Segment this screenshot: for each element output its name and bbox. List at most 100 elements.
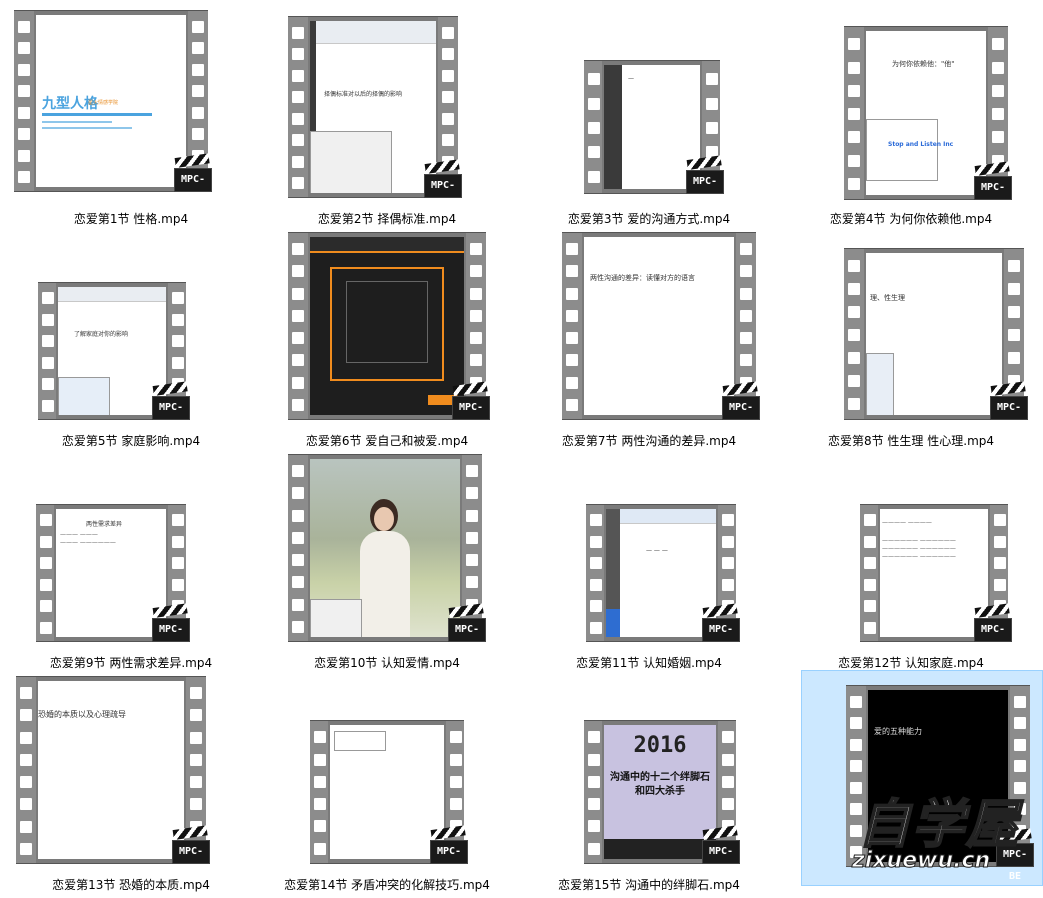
file-name: 恋爱第4节 为何你依赖他.mp4	[829, 212, 993, 226]
mpc-be-label: MPC-BE	[974, 176, 1012, 215]
film-sprocket-hole	[992, 61, 1004, 74]
film-sprocket-hole	[190, 687, 202, 700]
film-sprocket-hole	[442, 48, 454, 61]
film-sprocket-hole	[848, 329, 860, 341]
preview-title: 爱的五种能力	[874, 727, 922, 736]
film-sprocket-hole	[466, 487, 478, 500]
film-sprocket-hole	[848, 154, 860, 167]
file-name: 恋爱第12节 认知家庭.mp4	[838, 656, 984, 670]
film-sprocket-hole	[172, 292, 184, 305]
mpc-be-clapperboard-icon: MPC-BE	[722, 381, 760, 435]
file-item[interactable]: — 恋爱第3节 爱的沟通方式.mp4 MPC-BE	[520, 10, 778, 232]
film-sprocket-hole	[566, 287, 578, 300]
mpc-be-label: MPC-BE	[974, 618, 1012, 657]
preview-subtitle: Stop and Listen Inc	[888, 141, 954, 148]
film-sprocket-hole	[588, 753, 600, 766]
film-sprocket-hole	[40, 535, 52, 548]
film-sprocket-hole	[1008, 352, 1020, 364]
film-sprocket-hole	[722, 753, 734, 766]
film-sprocket-hole	[722, 798, 734, 811]
film-sprocket-hole	[292, 531, 304, 544]
film-sprocket-hole	[292, 48, 304, 61]
film-sprocket-hole	[18, 85, 30, 98]
file-item[interactable]: 为何你依赖他："他" Stop and Listen Inc 恋爱第4节 为何你…	[782, 10, 1040, 232]
mpc-be-clapperboard-icon: MPC-BE	[686, 155, 724, 209]
file-item[interactable]: 择偶标准对以后的择偶的影响 恋爱第2节 择偶标准.mp4 MPC-BE	[258, 10, 516, 232]
film-sprocket-hole	[1014, 717, 1026, 730]
film-sprocket-hole	[292, 287, 304, 300]
file-name: 恋爱第3节 爱的沟通方式.mp4	[567, 212, 731, 226]
film-sprocket-hole	[864, 514, 876, 527]
file-item[interactable]: 两性需求差异 ——— ——— ——— —————— 恋爱第9节 两性需求差异.m…	[2, 454, 260, 676]
file-item[interactable]: — — — 恋爱第11节 认知婚姻.mp4 MPC-BE	[520, 454, 778, 676]
film-sprocket-hole	[172, 335, 184, 348]
film-sprocket-hole	[740, 332, 752, 345]
film-sprocket-hole	[314, 820, 326, 833]
file-item[interactable]: 2016 沟通中的十二个绊脚石和四大杀手 恋爱第15节 沟通中的绊脚石.mp4 …	[520, 676, 778, 898]
film-sprocket-hole	[292, 265, 304, 278]
film-sprocket-hole	[740, 354, 752, 367]
film-sprocket-hole	[588, 731, 600, 744]
file-name: 恋爱第2节 择偶标准.mp4	[317, 212, 457, 226]
film-sprocket-hole	[40, 514, 52, 527]
film-sprocket-hole	[1008, 260, 1020, 272]
film-sprocket-hole	[20, 753, 32, 766]
file-item[interactable]: 两性沟通的差异：读懂对方的语言 恋爱第7节 两性沟通的差异.mp4 MPC-BE	[520, 232, 778, 454]
mpc-be-label: MPC-BE	[452, 396, 490, 435]
film-sprocket-hole	[314, 775, 326, 788]
film-sprocket-hole	[566, 376, 578, 389]
film-sprocket-hole	[18, 149, 30, 162]
film-sprocket-hole	[40, 600, 52, 613]
film-sprocket-hole	[190, 798, 202, 811]
file-name: 恋爱第14节 矛盾冲突的化解技巧.mp4	[284, 878, 490, 892]
film-sprocket-hole	[470, 243, 482, 256]
file-thumbnail-grid: 九型人格 星火情感学院 恋爱第1节 性格.mp4 MPC-BE 择偶标准对以后的…	[0, 0, 1043, 892]
film-sprocket-hole	[864, 557, 876, 570]
film-sprocket-hole	[848, 108, 860, 120]
file-item[interactable]: 恋爱第14节 矛盾冲突的化解技巧.mp4 MPC-BE	[258, 676, 516, 898]
file-item[interactable]: 理、性生理 恋爱第8节 性生理 性心理.mp4 MPC-BE	[782, 232, 1040, 454]
film-sprocket-hole	[442, 69, 454, 82]
film-sprocket-hole	[848, 283, 860, 295]
film-sprocket-hole	[470, 265, 482, 278]
film-sprocket-hole	[42, 292, 54, 305]
file-item[interactable]: 恋爱第10节 认知爱情.mp4 MPC-BE	[258, 454, 516, 676]
film-sprocket-hole	[172, 557, 184, 570]
film-sprocket-hole	[566, 243, 578, 256]
file-item[interactable]: 恋爱第6节 爱自己和被爱.mp4 MPC-BE	[258, 232, 516, 454]
film-sprocket-hole	[470, 309, 482, 322]
file-item[interactable]: 九型人格 星火情感学院 恋爱第1节 性格.mp4 MPC-BE	[2, 10, 260, 232]
mpc-be-clapperboard-icon: MPC-BE	[152, 603, 190, 657]
mpc-be-clapperboard-icon: MPC-BE	[974, 161, 1012, 215]
film-sprocket-hole	[588, 842, 600, 855]
film-sprocket-hole	[20, 798, 32, 811]
film-sprocket-hole	[722, 514, 734, 527]
film-sprocket-hole	[722, 557, 734, 570]
film-sprocket-hole	[850, 717, 862, 730]
preview-title: 理、性生理	[870, 294, 905, 302]
film-sprocket-hole	[588, 775, 600, 788]
film-sprocket-hole	[466, 554, 478, 567]
film-sprocket-hole	[192, 106, 204, 119]
film-sprocket-hole	[190, 731, 202, 744]
file-item[interactable]: 恐婚的本质以及心理疏导 恋爱第13节 恐婚的本质.mp4 MPC-BE	[2, 676, 260, 898]
film-sprocket-hole	[466, 576, 478, 589]
film-sprocket-hole	[864, 600, 876, 613]
film-sprocket-hole	[740, 243, 752, 256]
film-sprocket-hole	[292, 155, 304, 168]
mpc-be-clapperboard-icon: MPC-BE	[974, 603, 1012, 657]
film-sprocket-hole	[18, 42, 30, 55]
film-sprocket-hole	[20, 820, 32, 833]
film-sprocket-hole	[20, 776, 32, 789]
film-sprocket-hole	[566, 398, 578, 411]
film-sprocket-hole	[314, 798, 326, 811]
film-sprocket-hole	[450, 731, 462, 744]
site-watermark: 自学屋 zixuewu.cn	[848, 782, 1034, 882]
film-sprocket-hole	[994, 514, 1006, 527]
film-sprocket-hole	[18, 106, 30, 119]
film-sprocket-hole	[994, 578, 1006, 591]
film-sprocket-hole	[1008, 283, 1020, 295]
file-item[interactable]: ———— ———— —————— —————— —————— —————— ——…	[782, 454, 1040, 676]
film-sprocket-hole	[740, 309, 752, 322]
file-item[interactable]: 了解家庭对你的影响 恋爱第5节 家庭影响.mp4 MPC-BE	[2, 232, 260, 454]
